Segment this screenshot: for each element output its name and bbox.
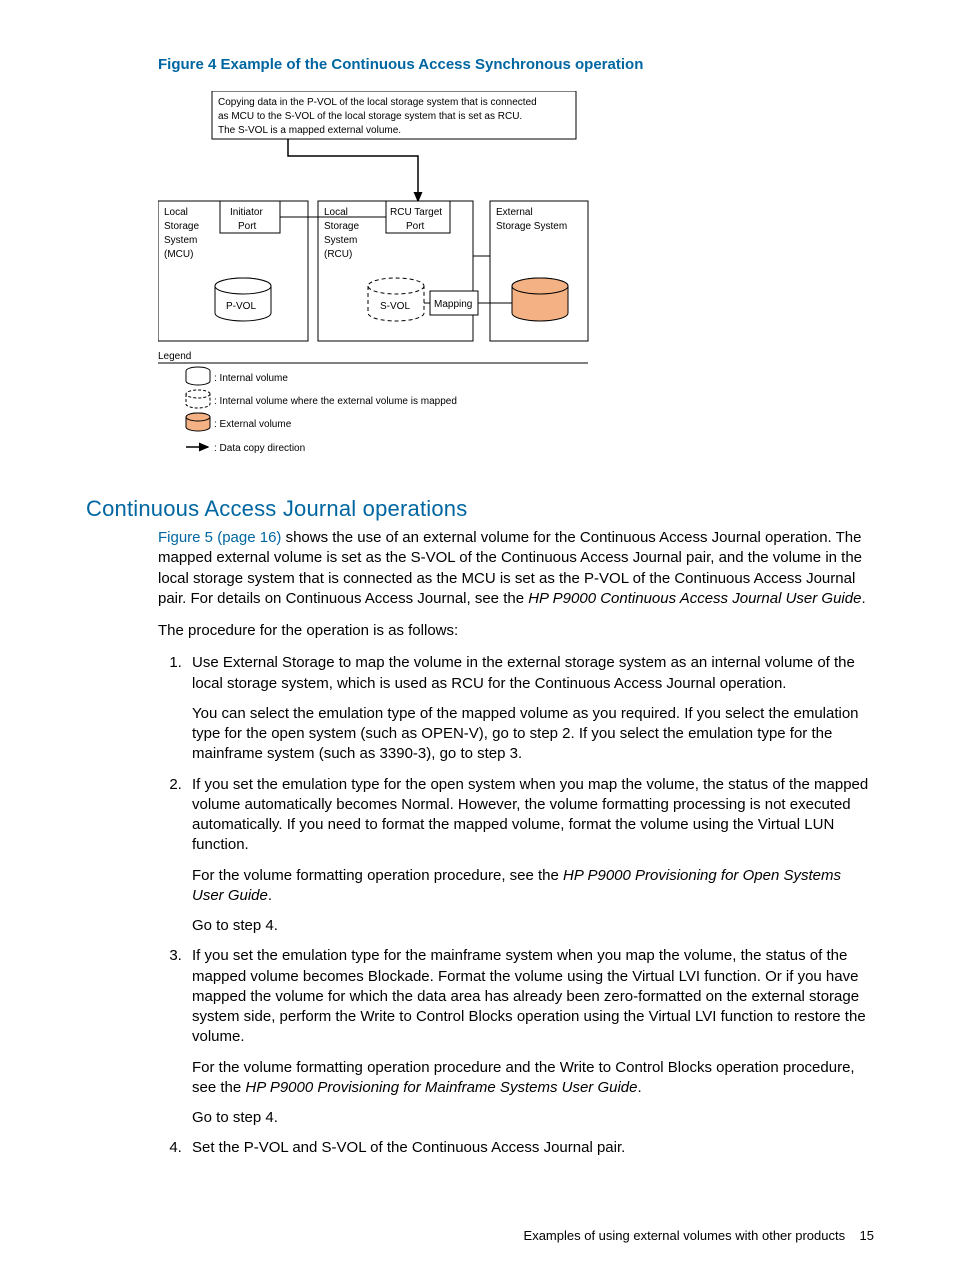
- rcu-target-l2: Port: [406, 221, 425, 232]
- rcu-label-4: (RCU): [324, 249, 352, 260]
- step-1: Use External Storage to map the volume i…: [186, 653, 874, 764]
- initiator-l1: Initiator: [230, 207, 263, 218]
- ext-l2: Storage System: [496, 221, 567, 232]
- paragraph-1: Figure 5 (page 16) shows the use of an e…: [158, 528, 874, 609]
- pvol-label: P-VOL: [226, 301, 256, 312]
- figure-caption: Figure 4 Example of the Continuous Acces…: [158, 56, 874, 73]
- paragraph-2: The procedure for the operation is as fo…: [158, 621, 874, 641]
- mcu-label-1: Local: [164, 207, 188, 218]
- mcu-label-4: (MCU): [164, 249, 193, 260]
- step-3: If you set the emulation type for the ma…: [186, 946, 874, 1128]
- figure-diagram: Copying data in the P-VOL of the local s…: [158, 91, 874, 476]
- step2b: For the volume formatting operation proc…: [192, 866, 874, 907]
- legend-title: Legend: [158, 351, 191, 362]
- section-heading: Continuous Access Journal operations: [86, 496, 874, 522]
- ext-l1: External: [496, 207, 533, 218]
- legend-mapped: : Internal volume where the external vol…: [214, 396, 457, 407]
- rcu-label-1: Local: [324, 207, 348, 218]
- page-footer: Examples of using external volumes with …: [524, 1228, 874, 1243]
- caption-line1: Copying data in the P-VOL of the local s…: [218, 97, 537, 108]
- step3c: Go to step 4.: [192, 1108, 874, 1128]
- step1b: You can select the emulation type of the…: [192, 704, 874, 765]
- step3a: If you set the emulation type for the ma…: [192, 947, 866, 1045]
- caption-line3: The S-VOL is a mapped external volume.: [218, 125, 401, 136]
- footer-text: Examples of using external volumes with …: [524, 1228, 846, 1243]
- legend-internal: : Internal volume: [214, 373, 288, 384]
- mcu-label-3: System: [164, 235, 197, 246]
- legend-arrow: : Data copy direction: [214, 443, 305, 454]
- step2a: If you set the emulation type for the op…: [192, 776, 868, 854]
- figure-link[interactable]: Figure 5 (page 16): [158, 529, 281, 546]
- step3b: For the volume formatting operation proc…: [192, 1058, 874, 1099]
- rcu-target-l1: RCU Target: [390, 207, 442, 218]
- mcu-label-2: Storage: [164, 221, 199, 232]
- svol-label: S-VOL: [380, 301, 410, 312]
- mapping-label: Mapping: [434, 299, 472, 310]
- step1a: Use External Storage to map the volume i…: [192, 654, 855, 691]
- step2c: Go to step 4.: [192, 916, 874, 936]
- step-4: Set the P-VOL and S-VOL of the Continuou…: [186, 1138, 874, 1158]
- page-number: 15: [860, 1228, 874, 1243]
- caption-line2: as MCU to the S-VOL of the local storage…: [218, 111, 522, 122]
- para1-em: HP P9000 Continuous Access Journal User …: [528, 590, 861, 607]
- legend-external: : External volume: [214, 419, 292, 430]
- procedure-list: Use External Storage to map the volume i…: [158, 653, 874, 1158]
- rcu-label-3: System: [324, 235, 357, 246]
- rcu-label-2: Storage: [324, 221, 359, 232]
- step4: Set the P-VOL and S-VOL of the Continuou…: [192, 1139, 625, 1156]
- para1-end: .: [861, 590, 865, 607]
- initiator-l2: Port: [238, 221, 257, 232]
- step-2: If you set the emulation type for the op…: [186, 775, 874, 937]
